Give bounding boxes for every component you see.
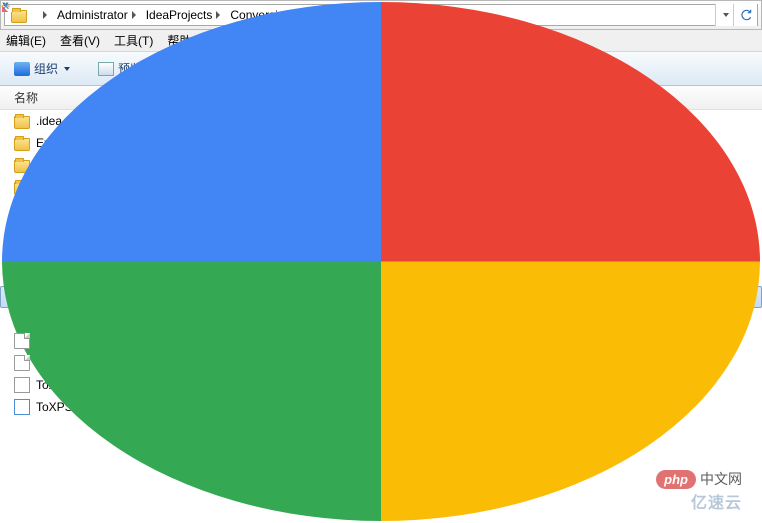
- organize-button[interactable]: 组织: [8, 57, 76, 80]
- html-icon: [14, 267, 30, 283]
- file-icon: [14, 333, 30, 349]
- breadcrumb-item[interactable]: Administrator: [51, 5, 140, 25]
- menu-tools[interactable]: 工具(T): [114, 32, 153, 49]
- watermark-badge: php: [656, 470, 696, 489]
- folder-icon: [11, 10, 27, 23]
- chevron-right-icon: [132, 11, 136, 19]
- address-dropdown-button[interactable]: [715, 4, 733, 26]
- refresh-icon: [739, 8, 753, 22]
- xml-icon: [14, 377, 30, 393]
- watermark-php: php 中文网: [656, 469, 742, 489]
- chevron-down-icon: [723, 13, 729, 17]
- file-row[interactable]: ToHtml.html2019/12/16 14:12Chrome HTML D…: [0, 264, 762, 286]
- folder-icon: [14, 116, 30, 129]
- breadcrumb-item[interactable]: IdeaProjects: [140, 5, 225, 25]
- chevron-right-icon: [216, 11, 220, 19]
- preview-icon: [98, 62, 114, 76]
- organize-label: 组织: [34, 60, 58, 77]
- file-list: .idea2019/12/16 14:57文件夹ExceclToImg2019/…: [0, 110, 762, 418]
- breadcrumb-item-root[interactable]: [33, 5, 51, 25]
- organize-icon: [14, 62, 30, 76]
- menu-edit[interactable]: 编辑(E): [6, 32, 46, 49]
- chevron-right-icon: [43, 11, 47, 19]
- refresh-button[interactable]: [733, 4, 757, 26]
- chevron-down-icon: [64, 67, 70, 71]
- watermark-yisu: 亿速云: [691, 489, 742, 513]
- xps-icon: [14, 399, 30, 415]
- menu-view[interactable]: 查看(V): [60, 32, 100, 49]
- folder-icon: [14, 138, 30, 151]
- watermark-text: 中文网: [700, 469, 742, 489]
- file-icon: [14, 355, 30, 371]
